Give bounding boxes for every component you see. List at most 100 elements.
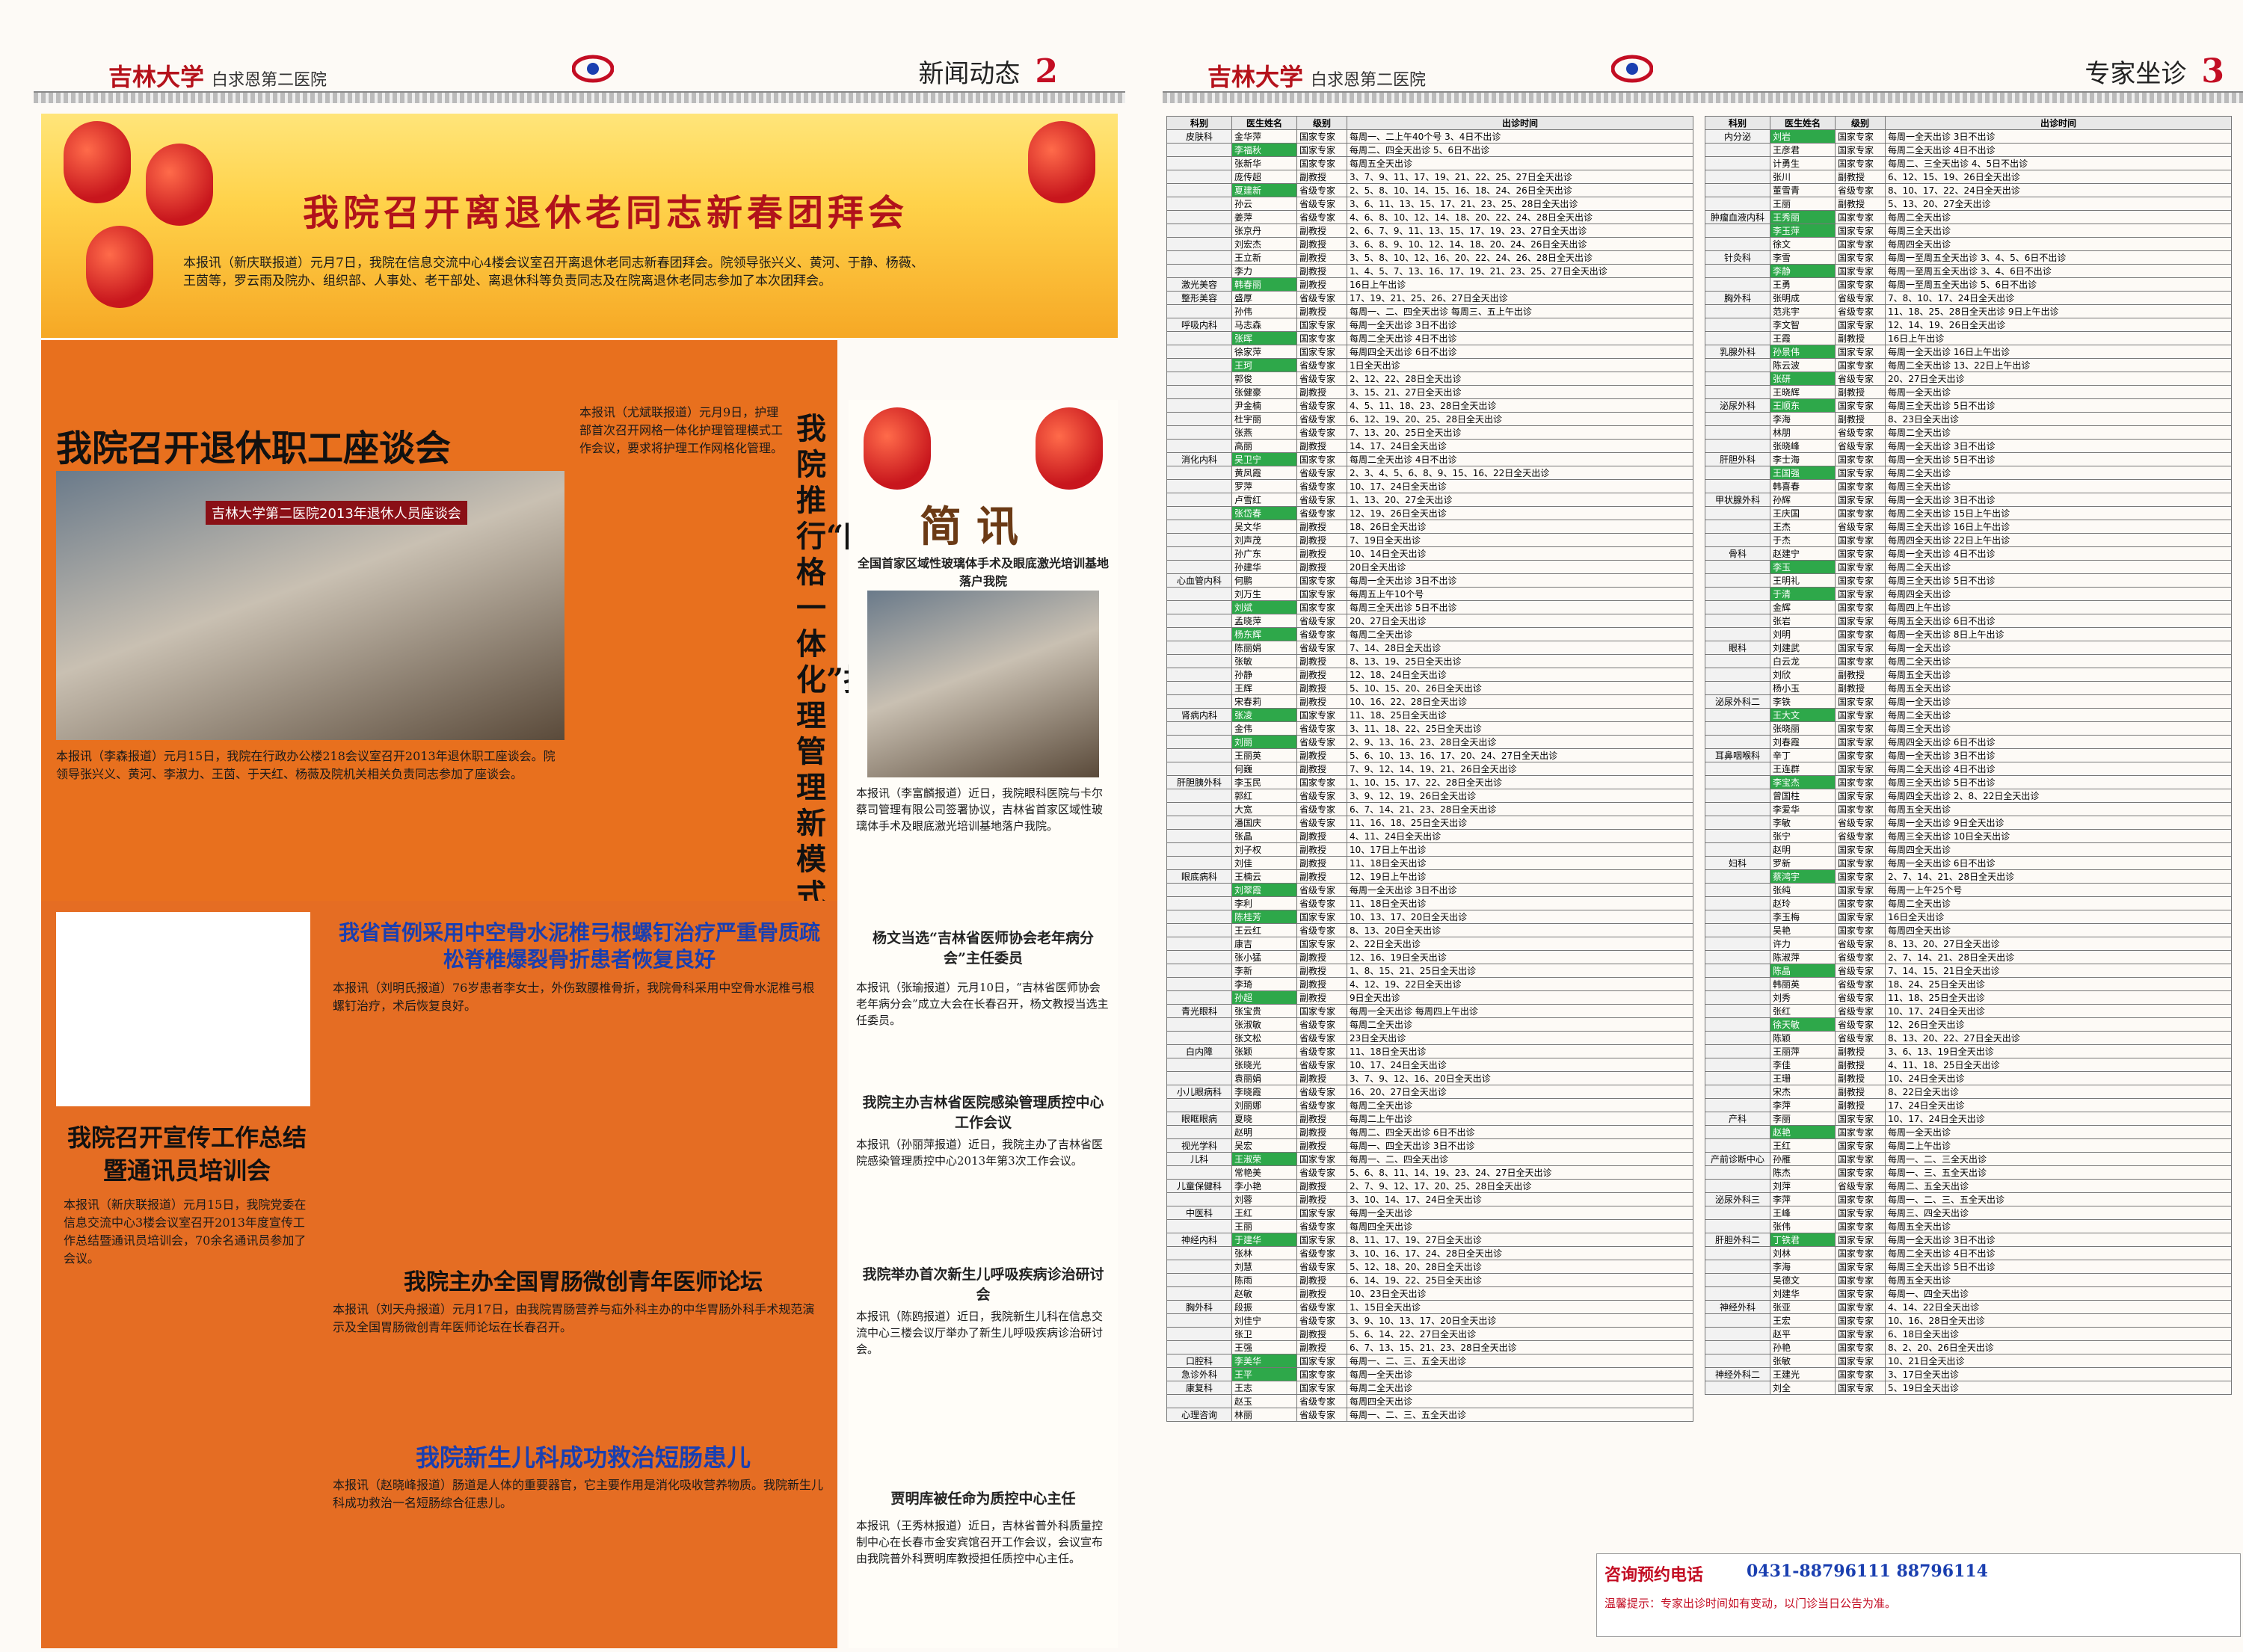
time-cell: 每周四全天出诊 — [1885, 587, 2232, 601]
brief4-title: 我院举办首次新生儿呼吸疾病诊治研讨会 — [862, 1266, 1104, 1303]
table-row: 韩丽英 省级专家 18、24、25日全天出诊 — [1705, 977, 2232, 991]
doctor-cell: 赵玉 — [1231, 1394, 1297, 1408]
table-row: 白云龙 国家专家 每周二全天出诊 — [1705, 654, 2232, 668]
dept-cell — [1166, 425, 1232, 440]
level-cell: 国家专家 — [1835, 762, 1886, 776]
level-cell: 省级专家 — [1835, 937, 1886, 951]
doctor-cell: 刘丽 — [1231, 735, 1297, 749]
level-cell: 国家专家 — [1296, 708, 1347, 722]
level-cell: 省级专家 — [1296, 614, 1347, 628]
level-cell: 副教授 — [1835, 385, 1886, 399]
dept-cell: 视光学科 — [1166, 1138, 1232, 1153]
time-cell: 12、19、26日全天出诊 — [1347, 506, 1693, 520]
dept-cell — [1166, 493, 1232, 507]
doctor-cell: 张晖 — [1231, 331, 1297, 345]
time-cell: 2、5、8、10、14、15、16、18、24、26日全天出诊 — [1347, 183, 1693, 197]
table-row: 王云红 省级专家 8、13、20日全天出诊 — [1166, 923, 1693, 937]
level-cell: 副教授 — [1296, 1138, 1347, 1153]
dept-cell: 泌尿外科二 — [1705, 694, 1770, 709]
level-cell: 副教授 — [1835, 331, 1886, 345]
table-row: 刘蓉 副教授 3、10、14、17、24日全天出诊 — [1166, 1192, 1693, 1206]
table-row: 王勇 国家专家 每周一至周五全天出诊 5、6日不出诊 — [1705, 277, 2232, 292]
table-row: 刘全 国家专家 5、19日全天出诊 — [1705, 1381, 2232, 1395]
level-cell: 省级专家 — [1296, 1313, 1347, 1328]
doctor-cell: 金华萍 — [1231, 129, 1297, 144]
doctor-cell: 陈颖 — [1770, 1031, 1836, 1045]
dept-cell — [1705, 802, 1770, 816]
time-cell: 10、16、22、28日全天出诊 — [1347, 694, 1693, 709]
column-header: 科别 — [1705, 116, 1770, 130]
table-row: 庞传超 副教授 3、7、9、11、17、19、21、22、25、27日全天出诊 — [1166, 170, 1693, 184]
page-header: 吉林大学 白求恩第二医院 专家坐诊 3 — [1163, 30, 2243, 103]
time-cell: 每周二全天出诊 4日不出诊 — [1885, 1246, 2232, 1260]
time-cell: 每周二全天出诊 — [1885, 210, 2232, 224]
time-cell: 每周一全天出诊 16日上午出诊 — [1885, 345, 2232, 359]
level-cell: 省级专家 — [1296, 816, 1347, 830]
dept-cell — [1705, 1246, 1770, 1260]
table-row: 赵艳 国家专家 每周一全天出诊 — [1705, 1125, 2232, 1139]
dept-cell — [1166, 627, 1232, 641]
level-cell: 国家专家 — [1296, 587, 1347, 601]
dept-cell — [1705, 197, 1770, 211]
table-row: 王彦君 国家专家 每周二全天出诊 4日不出诊 — [1705, 143, 2232, 157]
table-row: 姜萍 省级专家 4、6、8、10、12、14、18、20、22、24、28日全天出诊 — [1166, 210, 1693, 224]
time-cell: 2、7、14、21、28日全天出诊 — [1885, 869, 2232, 884]
time-cell: 11、18、25日全天出诊 — [1347, 708, 1693, 722]
table-row: 李玉萍 国家专家 每周三全天出诊 — [1705, 224, 2232, 238]
time-cell: 每周二全天出诊 — [1885, 425, 2232, 440]
dept-cell — [1705, 439, 1770, 453]
doctor-cell: 刘慧 — [1231, 1260, 1297, 1274]
table-row: 刘斌 国家专家 每周三全天出诊 5日不出诊 — [1166, 600, 1693, 614]
doctor-cell: 王辉 — [1231, 681, 1297, 695]
level-cell: 国家专家 — [1835, 1300, 1886, 1314]
brief1-title: 全国首家区域性玻璃体手术及眼底激光培训基地落户我院 — [857, 556, 1109, 588]
doctor-cell: 于建华 — [1231, 1233, 1297, 1247]
doctor-cell: 徐文 — [1770, 237, 1836, 251]
table-header-row: 科别 医生姓名 级别 出诊时间 — [1166, 116, 1693, 130]
table-row: 杨东辉 省级专家 每周二全天出诊 — [1166, 627, 1693, 641]
doctor-cell: 李文智 — [1770, 318, 1836, 332]
doctor-cell: 张小猛 — [1231, 950, 1297, 964]
level-cell: 国家专家 — [1835, 1138, 1886, 1153]
level-cell: 副教授 — [1296, 1286, 1347, 1301]
time-cell: 每周二全天出诊 15日上午出诊 — [1885, 506, 2232, 520]
level-cell: 省级专家 — [1296, 721, 1347, 736]
table-row: 尹金楠 省级专家 4、5、11、18、23、28日全天出诊 — [1166, 398, 1693, 413]
table-row: 李宝杰 国家专家 每周三全天出诊 5日不出诊 — [1705, 775, 2232, 789]
table-row: 眼眶眼病 夏晓 副教授 每周二上午出诊 — [1166, 1112, 1693, 1126]
dept-cell: 耳鼻咽喉科 — [1705, 748, 1770, 762]
lantern-icon — [64, 121, 131, 203]
time-cell: 每周二全天出诊 — [1347, 1381, 1693, 1395]
level-cell: 国家专家 — [1835, 789, 1886, 803]
time-cell: 每周二全天出诊 — [1347, 627, 1693, 641]
table-row: 孙艳 国家专家 8、2、20、26日全天出诊 — [1705, 1340, 2232, 1354]
doctor-cell: 张敏 — [1770, 1354, 1836, 1368]
dept-cell — [1166, 681, 1232, 695]
brief3-title: 我院主办吉林省医院感染管理质控中心工作会议 — [862, 1094, 1104, 1131]
dept-cell — [1705, 937, 1770, 951]
table-row: 李玉梅 国家专家 16日全天出诊 — [1705, 910, 2232, 924]
time-cell: 6、12、19、20、25、28日全天出诊 — [1347, 412, 1693, 426]
doctor-cell: 李丽 — [1770, 1112, 1836, 1126]
time-cell: 4、12、19、22日全天出诊 — [1347, 977, 1693, 991]
level-cell: 省级专家 — [1296, 425, 1347, 440]
dept-cell: 急诊外科 — [1166, 1367, 1232, 1381]
doctor-cell: 刘蓉 — [1231, 1192, 1297, 1206]
time-cell: 16日全天出诊 — [1885, 910, 2232, 924]
time-cell: 6、18日全天出诊 — [1885, 1327, 2232, 1341]
table-row: 张纯 国家专家 每周一上午25个号 — [1705, 883, 2232, 897]
doctor-cell: 王珂 — [1231, 358, 1297, 372]
doctor-cell: 王平 — [1231, 1367, 1297, 1381]
table-row: 王丽 省级专家 每周四全天出诊 — [1166, 1219, 1693, 1233]
lantern-icon — [1028, 121, 1095, 203]
time-cell: 每周二上午出诊 — [1885, 1138, 2232, 1153]
time-cell: 1、10、15、17、22、28日全天出诊 — [1347, 775, 1693, 789]
level-cell: 省级专家 — [1296, 1408, 1347, 1422]
article6-text: 本报讯（刘天舟报道）元月17日，由我院胃肠营养与疝外科主办的中华胃肠外科手术规范… — [333, 1302, 815, 1334]
doctor-cell: 张淑敏 — [1231, 1017, 1297, 1032]
doctor-cell: 张研 — [1770, 372, 1836, 386]
table-header-row: 科别 医生姓名 级别 出诊时间 — [1705, 116, 2232, 130]
doctor-cell: 李海 — [1770, 1260, 1836, 1274]
level-cell: 国家专家 — [1835, 856, 1886, 870]
doctor-cell: 陈淑萍 — [1770, 950, 1836, 964]
